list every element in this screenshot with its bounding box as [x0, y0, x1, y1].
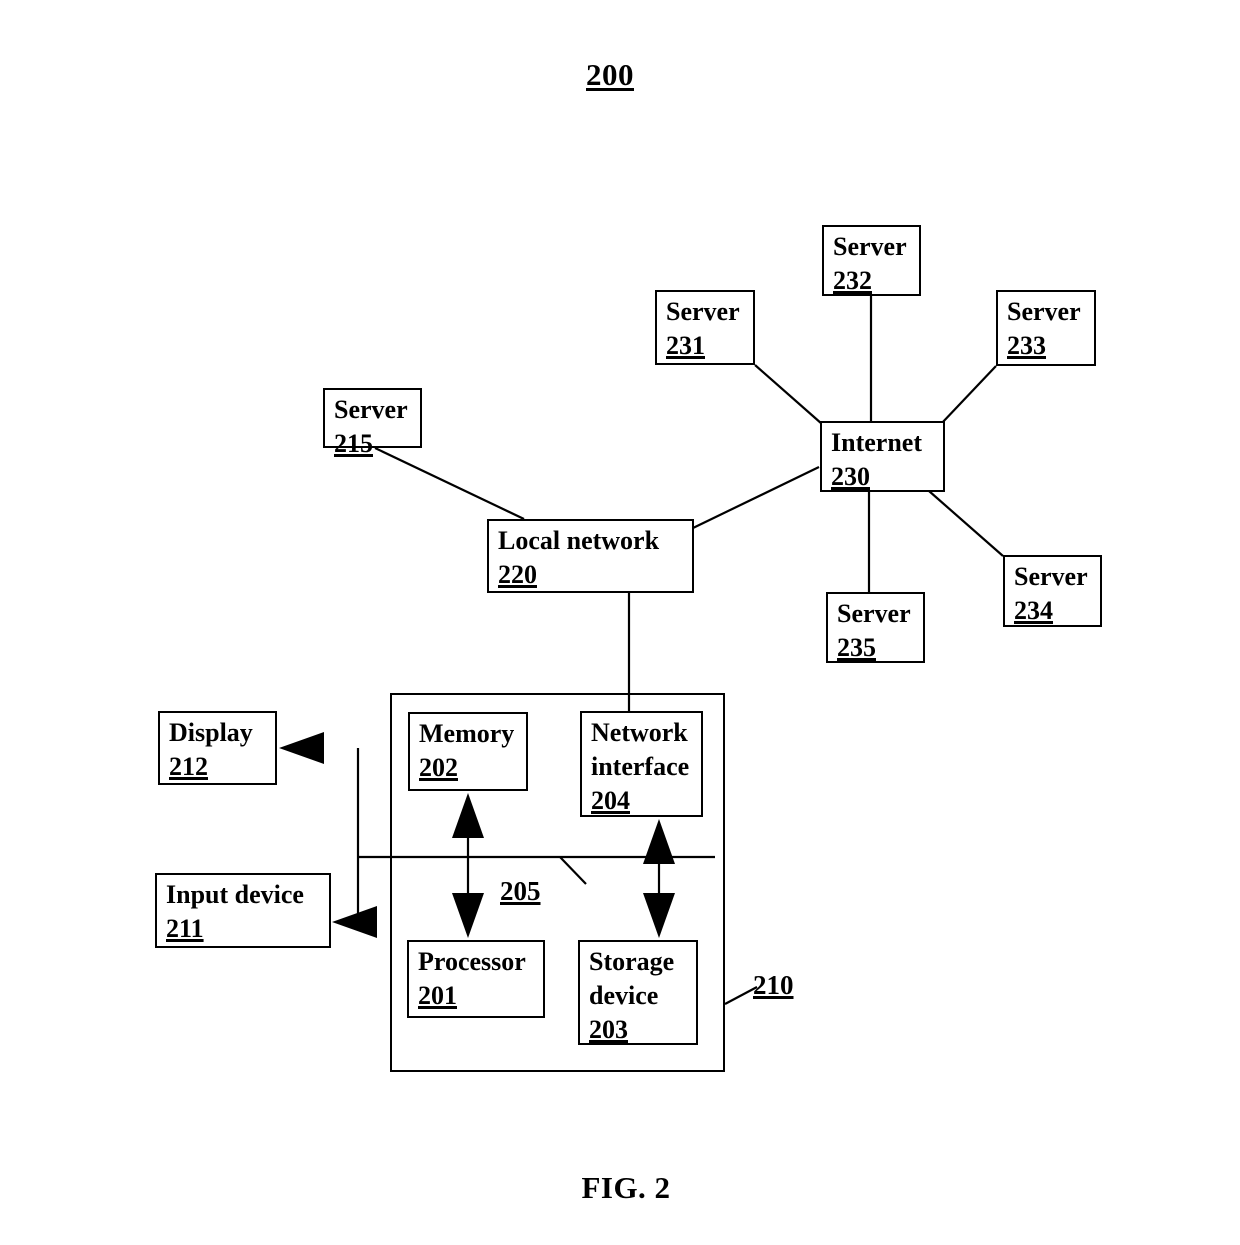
node-server-215[interactable]: Server 215: [323, 388, 422, 458]
node-server-235[interactable]: Server 235: [826, 592, 925, 663]
line-server231-internet: [754, 364, 823, 425]
memory-title: Memory: [419, 719, 515, 748]
computer-system-reference-label: 210: [753, 970, 794, 1000]
server-231-number: 231: [666, 330, 705, 360]
storage-device-number: 203: [589, 1014, 628, 1044]
processor-title: Processor: [418, 947, 526, 976]
input-device-title: Input device: [166, 880, 304, 909]
node-network-interface-204[interactable]: Network interface 204: [580, 711, 703, 817]
node-memory-202[interactable]: Memory 202: [408, 712, 528, 791]
network-interface-title: Network interface: [591, 718, 690, 781]
node-local-network-220[interactable]: Local network 220: [487, 519, 694, 593]
server-233-number: 233: [1007, 330, 1046, 360]
node-processor-201[interactable]: Processor 201: [407, 940, 545, 1018]
internet-title: Internet: [831, 428, 922, 457]
node-internet-230[interactable]: Internet 230: [820, 421, 945, 492]
node-server-231[interactable]: Server 231: [655, 290, 755, 365]
node-server-233[interactable]: Server 233: [996, 290, 1096, 366]
patent-figure-page: 200 Server 232 Server 231 Server 233 Int…: [0, 0, 1240, 1245]
line-internet-local-network: [692, 466, 820, 529]
server-235-number: 235: [837, 632, 876, 662]
arrowhead-to-input-device: [332, 906, 377, 938]
node-server-232[interactable]: Server 232: [822, 225, 921, 296]
server-215-number: 215: [334, 428, 373, 458]
network-interface-number: 204: [591, 785, 630, 815]
processor-number: 201: [418, 980, 457, 1010]
internet-number: 230: [831, 461, 870, 491]
node-storage-device-203[interactable]: Storage device 203: [578, 940, 698, 1045]
server-232-number: 232: [833, 265, 872, 295]
arrowhead-to-display: [279, 732, 324, 764]
line-internet-server234: [928, 490, 1004, 557]
server-231-title: Server: [666, 297, 740, 326]
line-server233-internet: [940, 365, 997, 425]
node-display-212[interactable]: Display 212: [158, 711, 277, 785]
server-233-title: Server: [1007, 297, 1081, 326]
server-235-title: Server: [837, 599, 911, 628]
memory-number: 202: [419, 752, 458, 782]
server-234-number: 234: [1014, 595, 1053, 625]
display-number: 212: [169, 751, 208, 781]
figure-caption: FIG. 2: [581, 1170, 671, 1205]
display-title: Display: [169, 718, 253, 747]
node-input-device-211[interactable]: Input device 211: [155, 873, 331, 948]
node-server-234[interactable]: Server 234: [1003, 555, 1102, 627]
local-network-title: Local network: [498, 526, 660, 555]
server-232-title: Server: [833, 232, 907, 261]
local-network-number: 220: [498, 559, 537, 589]
server-234-title: Server: [1014, 562, 1088, 591]
storage-device-title: Storage device: [589, 947, 675, 1010]
figure-number: 200: [586, 57, 634, 92]
input-device-number: 211: [166, 913, 204, 943]
server-215-title: Server: [334, 395, 408, 424]
bus-reference-label: 205: [500, 876, 541, 906]
